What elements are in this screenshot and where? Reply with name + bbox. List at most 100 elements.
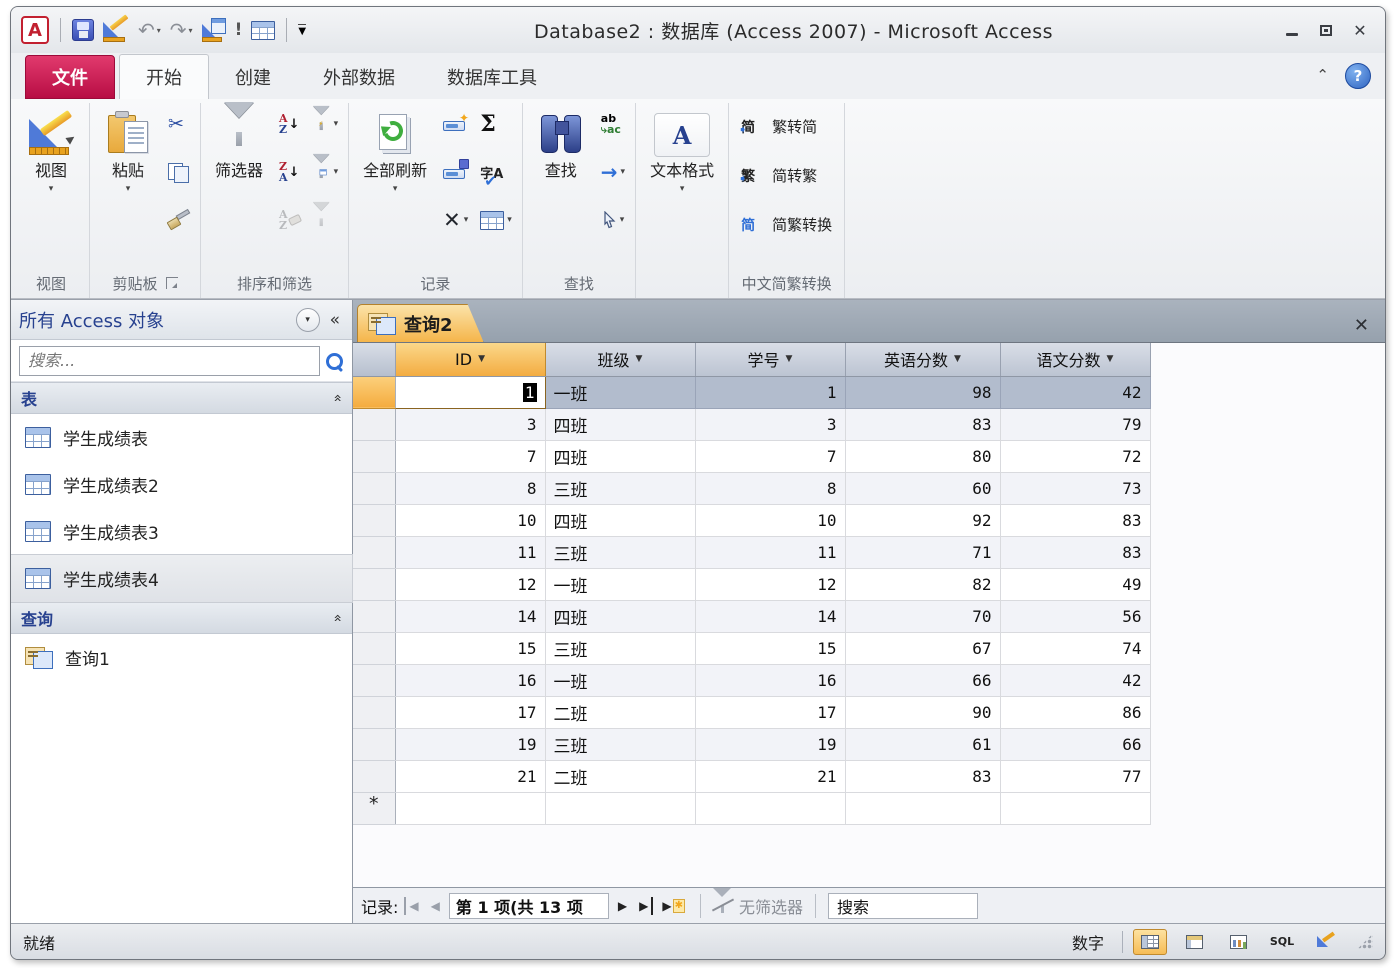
table-cell[interactable]: 二班 <box>545 696 695 728</box>
table-cell[interactable]: 21 <box>695 760 845 792</box>
redo-button[interactable]: ↷▾ <box>170 20 193 40</box>
datasheet-button[interactable] <box>251 21 275 40</box>
table-cell[interactable]: 66 <box>845 664 1000 696</box>
clipboard-dialog-launcher[interactable] <box>166 277 178 289</box>
tab-file[interactable]: 文件 <box>25 55 115 99</box>
nav-item-table[interactable]: 学生成绩表4 <box>11 555 352 602</box>
new-record-cell[interactable] <box>395 792 545 824</box>
row-selector[interactable] <box>353 440 395 472</box>
table-cell[interactable]: 73 <box>1000 472 1150 504</box>
table-cell[interactable]: 17 <box>695 696 845 728</box>
row-selector[interactable] <box>353 504 395 536</box>
no-filter-indicator[interactable]: 无筛选器 <box>713 894 803 918</box>
qat-customize-dropdown[interactable]: ▼ <box>298 24 306 37</box>
table-cell[interactable]: 7 <box>395 440 545 472</box>
table-cell[interactable]: 三班 <box>545 472 695 504</box>
nav-pane-menu-button[interactable]: ▾ <box>296 308 320 332</box>
datasheet-corner-cell[interactable] <box>353 343 395 376</box>
pivottable-view-button[interactable] <box>1177 929 1211 955</box>
record-position-box[interactable]: 第 1 项(共 13 项 <box>449 893 609 919</box>
design-view-button[interactable] <box>1309 929 1343 955</box>
row-selector[interactable] <box>353 472 395 504</box>
row-selector[interactable] <box>353 728 395 760</box>
table-cell[interactable]: 86 <box>1000 696 1150 728</box>
new-record-cell[interactable] <box>545 792 695 824</box>
tab-create[interactable]: 创建 <box>209 55 297 99</box>
table-cell[interactable]: 42 <box>1000 376 1150 408</box>
copy-button[interactable] <box>164 157 194 187</box>
table-cell[interactable]: 14 <box>395 600 545 632</box>
table-cell[interactable]: 17 <box>395 696 545 728</box>
format-painter-button[interactable] <box>164 205 194 235</box>
table-cell[interactable]: 1 <box>695 376 845 408</box>
table-cell[interactable]: 8 <box>395 472 545 504</box>
table-cell[interactable]: 71 <box>845 536 1000 568</box>
table-cell[interactable]: 79 <box>1000 408 1150 440</box>
table-cell[interactable]: 90 <box>845 696 1000 728</box>
new-blank-record-button[interactable]: ▶✱ <box>659 897 688 915</box>
table-cell[interactable]: 98 <box>845 376 1000 408</box>
close-button[interactable]: ✕ <box>1349 22 1371 39</box>
refresh-all-button[interactable]: 全部刷新 ▾ <box>355 107 435 199</box>
table-cell[interactable]: 16 <box>695 664 845 696</box>
nav-section-header[interactable]: 查询« <box>11 602 352 634</box>
undo-button[interactable]: ↶▾ <box>138 20 161 40</box>
table-cell[interactable]: 19 <box>395 728 545 760</box>
table-cell[interactable]: 21 <box>395 760 545 792</box>
minimize-ribbon-icon[interactable]: ⌃ <box>1316 66 1329 84</box>
table-cell[interactable]: 12 <box>395 568 545 600</box>
pivotchart-view-button[interactable] <box>1221 929 1255 955</box>
column-header-ID[interactable]: ID▼ <box>395 343 545 376</box>
column-header-班级[interactable]: 班级▼ <box>545 343 695 376</box>
next-record-button[interactable]: ▶ <box>615 897 630 915</box>
table-cell[interactable]: 83 <box>1000 536 1150 568</box>
nav-item-query[interactable]: 查询1 <box>11 634 352 681</box>
save-button[interactable] <box>72 19 94 41</box>
row-selector[interactable] <box>353 632 395 664</box>
minimize-button[interactable] <box>1281 22 1303 39</box>
table-cell[interactable]: 16 <box>395 664 545 696</box>
table-cell[interactable]: 14 <box>695 600 845 632</box>
table-cell[interactable]: 一班 <box>545 664 695 696</box>
conversion-button[interactable]: 简 简繁转换 <box>737 209 836 239</box>
table-cell[interactable]: 三班 <box>545 536 695 568</box>
search-icon[interactable] <box>324 351 344 371</box>
traditional-to-simplified-button[interactable]: ➧简 繁转简 <box>737 111 836 141</box>
table-cell[interactable]: 70 <box>845 600 1000 632</box>
sort-ascending-button[interactable]: AZ↓ <box>275 109 305 139</box>
table-cell[interactable]: 77 <box>1000 760 1150 792</box>
document-close-icon[interactable]: ✕ <box>1354 315 1375 342</box>
datasheet-view-button[interactable] <box>1133 929 1167 955</box>
table-cell[interactable]: 56 <box>1000 600 1150 632</box>
restore-button[interactable] <box>1315 22 1337 39</box>
table-cell[interactable]: 3 <box>695 408 845 440</box>
table-cell[interactable]: 61 <box>845 728 1000 760</box>
nav-item-table[interactable]: 学生成绩表3 <box>11 508 352 555</box>
redo-dropdown[interactable]: ▾ <box>189 26 193 35</box>
row-selector[interactable] <box>353 760 395 792</box>
column-dropdown-icon[interactable]: ▼ <box>1107 354 1114 364</box>
table-cell[interactable]: 三班 <box>545 632 695 664</box>
tab-database-tools[interactable]: 数据库工具 <box>421 55 563 99</box>
table-cell[interactable]: 四班 <box>545 504 695 536</box>
table-cell[interactable]: 72 <box>1000 440 1150 472</box>
table-cell[interactable]: 92 <box>845 504 1000 536</box>
table-cell[interactable]: 四班 <box>545 408 695 440</box>
simplified-to-traditional-button[interactable]: ➧繁 简转繁 <box>737 160 836 190</box>
goto-button[interactable]: →▾ <box>597 157 629 187</box>
replace-button[interactable]: ab⤷ac <box>597 109 629 139</box>
tab-query2[interactable]: 查询2 <box>357 304 484 342</box>
form-view-button[interactable] <box>202 18 226 42</box>
table-cell[interactable]: 82 <box>845 568 1000 600</box>
table-cell[interactable]: 11 <box>395 536 545 568</box>
nav-section-header[interactable]: 表« <box>11 382 352 414</box>
column-header-英语分数[interactable]: 英语分数▼ <box>845 343 1000 376</box>
table-cell[interactable]: 三班 <box>545 728 695 760</box>
table-cell[interactable]: 8 <box>695 472 845 504</box>
table-cell[interactable]: 1 <box>395 376 545 408</box>
undo-dropdown[interactable]: ▾ <box>157 26 161 35</box>
toggle-filter-button[interactable] <box>309 205 343 235</box>
table-cell[interactable]: 一班 <box>545 376 695 408</box>
row-selector[interactable] <box>353 568 395 600</box>
table-cell[interactable]: 83 <box>1000 504 1150 536</box>
